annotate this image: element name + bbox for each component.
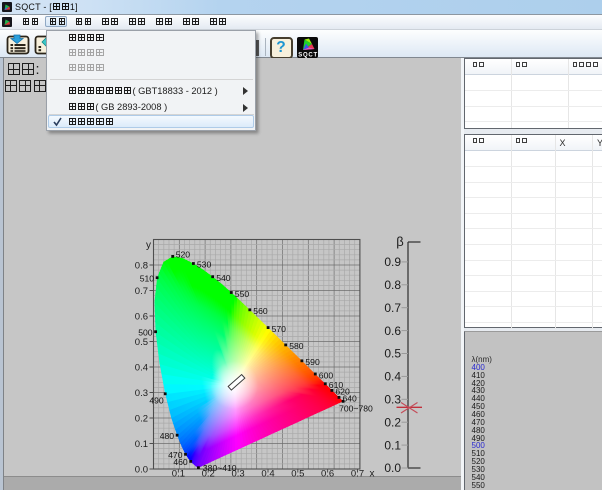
svg-text:0.4: 0.4 <box>135 362 148 373</box>
svg-text:510: 510 <box>140 274 155 284</box>
svg-text:0.7: 0.7 <box>384 301 401 315</box>
svg-text:0.2: 0.2 <box>135 413 148 424</box>
svg-text:480: 480 <box>160 431 175 441</box>
svg-text:540: 540 <box>216 273 231 283</box>
svg-text:0.0: 0.0 <box>135 464 148 475</box>
svg-text:0.8: 0.8 <box>384 278 401 292</box>
svg-text:470: 470 <box>168 450 183 460</box>
svg-text:0.7: 0.7 <box>351 469 364 480</box>
svg-text:570: 570 <box>272 324 287 334</box>
svg-text:0.1: 0.1 <box>384 438 401 452</box>
svg-text:0.2: 0.2 <box>384 415 401 429</box>
svg-text:560: 560 <box>253 306 268 316</box>
svg-text:0.3: 0.3 <box>135 388 148 399</box>
svg-text:0.3: 0.3 <box>384 393 401 407</box>
svg-text:600: 600 <box>319 370 334 380</box>
svg-text:530: 530 <box>197 259 212 269</box>
svg-text:0.4: 0.4 <box>384 370 401 384</box>
svg-text:380~410: 380~410 <box>203 463 237 473</box>
svg-text:0.5: 0.5 <box>135 337 148 348</box>
svg-text:0.4: 0.4 <box>261 469 274 480</box>
svg-text:0.6: 0.6 <box>384 324 401 338</box>
svg-text:590: 590 <box>305 357 320 367</box>
svg-text:0.7: 0.7 <box>135 286 148 297</box>
svg-text:520: 520 <box>176 250 191 260</box>
svg-text:490: 490 <box>149 396 164 406</box>
svg-text:0.8: 0.8 <box>135 260 148 271</box>
svg-text:0.0: 0.0 <box>384 461 401 475</box>
svg-text:0.1: 0.1 <box>135 439 148 450</box>
svg-text:0.5: 0.5 <box>291 469 304 480</box>
svg-text:0.1: 0.1 <box>172 469 185 480</box>
svg-text:0.5: 0.5 <box>384 347 401 361</box>
svg-text:0.6: 0.6 <box>135 311 148 322</box>
svg-text:700~780: 700~780 <box>339 403 373 413</box>
svg-text:y: y <box>146 240 151 251</box>
svg-text:0.6: 0.6 <box>321 469 334 480</box>
svg-text:x: x <box>370 469 375 480</box>
svg-text:580: 580 <box>289 341 304 351</box>
svg-text:550: 550 <box>235 289 250 299</box>
svg-text:640: 640 <box>343 394 358 404</box>
svg-text:β: β <box>396 234 403 249</box>
svg-text:500: 500 <box>138 328 153 338</box>
svg-text:0.9: 0.9 <box>384 255 401 269</box>
